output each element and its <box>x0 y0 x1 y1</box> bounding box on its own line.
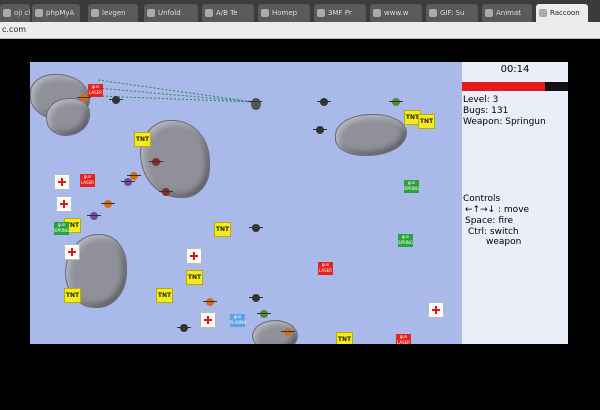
controls-title: Controls <box>463 194 501 204</box>
browser-tab[interactable]: Unfold <box>144 4 198 22</box>
browser-tab-active[interactable]: Raccoon <box>536 4 588 22</box>
tnt-pickup: TNT <box>418 114 435 129</box>
tab-favicon-icon <box>539 9 547 17</box>
tab-label: www.w <box>384 9 409 17</box>
laser-gun-pickup: gun LASER <box>80 174 95 187</box>
browser-tab[interactable]: oji cl <box>0 4 30 22</box>
tnt-pickup: TNT <box>214 222 231 237</box>
browser-tab[interactable]: www.w <box>370 4 422 22</box>
tab-label: Unfold <box>158 9 181 17</box>
level-text: Level: 3 <box>463 95 499 105</box>
control-move: ←↑→↓ : move <box>465 205 530 215</box>
enemy-bug <box>77 94 91 102</box>
enemy-bug <box>101 200 115 208</box>
tab-favicon-icon <box>205 9 213 17</box>
tab-favicon-icon <box>147 9 155 17</box>
enemy-bug <box>317 98 331 106</box>
browser-tab[interactable]: GIF: Su <box>426 4 478 22</box>
tab-favicon-icon <box>317 9 325 17</box>
browser-tab[interactable]: 3MF Pr <box>314 4 366 22</box>
browser-tab[interactable]: levgen <box>88 4 138 22</box>
browser-tab[interactable]: Homep <box>258 4 310 22</box>
browser-tab[interactable]: phpMyA <box>32 4 80 22</box>
tab-label: levgen <box>102 9 126 17</box>
control-switch-weapon: weapon <box>486 237 522 247</box>
enemy-bug <box>127 172 141 180</box>
tab-favicon-icon <box>261 9 269 17</box>
weapon-text: Weapon: Springun <box>463 117 546 127</box>
tab-label: Raccoon <box>550 9 580 17</box>
control-switch: Ctrl: switch <box>468 227 519 237</box>
tab-label: 3MF Pr <box>328 9 352 17</box>
medkit-pickup <box>64 244 80 260</box>
browser-tab-bar: oji cl phpMyA levgen Unfold A/B Te Homep… <box>0 0 600 22</box>
health-bar <box>462 82 568 91</box>
tnt-pickup: TNT <box>134 132 151 147</box>
game-area[interactable]: TNT TNT TNT TNT TNT TNT TNT TNT TNT gun … <box>30 62 568 344</box>
medkit-pickup <box>54 174 70 190</box>
enemy-bug <box>87 212 101 220</box>
bug-count-text: Bugs: 131 <box>463 106 509 116</box>
medkit-pickup <box>200 312 216 328</box>
enemy-bug <box>149 158 163 166</box>
tnt-pickup: TNT <box>186 270 203 285</box>
game-timer: 00:14 <box>500 64 530 75</box>
tab-label: Homep <box>272 9 298 17</box>
enemy-bug <box>159 188 173 196</box>
laser-gun-pickup: gun LASER <box>88 84 103 97</box>
control-fire: Space: fire <box>465 216 514 226</box>
spring-gun-pickup: gun SPRING <box>404 180 420 193</box>
browser-tab[interactable]: A/B Te <box>202 4 254 22</box>
tab-label: GIF: Su <box>440 9 465 17</box>
medkit-pickup <box>56 196 72 212</box>
tnt-pickup: TNT <box>64 288 81 303</box>
health-bar-fill <box>462 82 545 91</box>
tab-favicon-icon <box>373 9 381 17</box>
plasma-gun-pickup: gun PLASMA <box>230 314 247 327</box>
enemy-bug <box>257 310 271 318</box>
tab-favicon-icon <box>485 9 493 17</box>
tab-favicon-icon <box>91 9 99 17</box>
enemy-bug <box>177 324 191 332</box>
enemy-bug <box>389 98 403 106</box>
tab-favicon-icon <box>3 9 11 17</box>
tab-label: phpMyA <box>46 9 75 17</box>
game-field[interactable]: TNT TNT TNT TNT TNT TNT TNT TNT TNT gun … <box>30 62 462 344</box>
medkit-pickup <box>428 302 444 318</box>
enemy-bug <box>313 126 327 134</box>
laser-gun-pickup: gun LASER <box>396 334 411 344</box>
tnt-pickup: TNT <box>336 332 353 344</box>
enemy-bug <box>249 294 263 302</box>
enemy-bug <box>109 96 123 104</box>
tab-label: oji cl <box>14 9 30 17</box>
spring-gun-pickup: gun SPRING <box>398 234 414 247</box>
tab-label: Animat <box>496 9 522 17</box>
spring-gun-pickup: gun SPRING <box>54 222 70 235</box>
url-text: c.com <box>2 25 27 34</box>
hud-panel: 00:14 Level: 3 Bugs: 131 Weapon: Springu… <box>462 62 568 344</box>
tab-favicon-icon <box>35 9 43 17</box>
medkit-pickup <box>186 248 202 264</box>
tnt-pickup: TNT <box>156 288 173 303</box>
browser-tab[interactable]: Animat <box>482 4 532 22</box>
enemy-bug <box>249 224 263 232</box>
address-bar[interactable]: c.com <box>0 22 600 39</box>
player-raccoon <box>248 98 262 110</box>
tab-label: A/B Te <box>216 9 238 17</box>
enemy-bug <box>203 298 217 306</box>
tab-favicon-icon <box>429 9 437 17</box>
laser-gun-pickup: gun LASER <box>318 262 333 275</box>
enemy-bug <box>281 328 295 336</box>
